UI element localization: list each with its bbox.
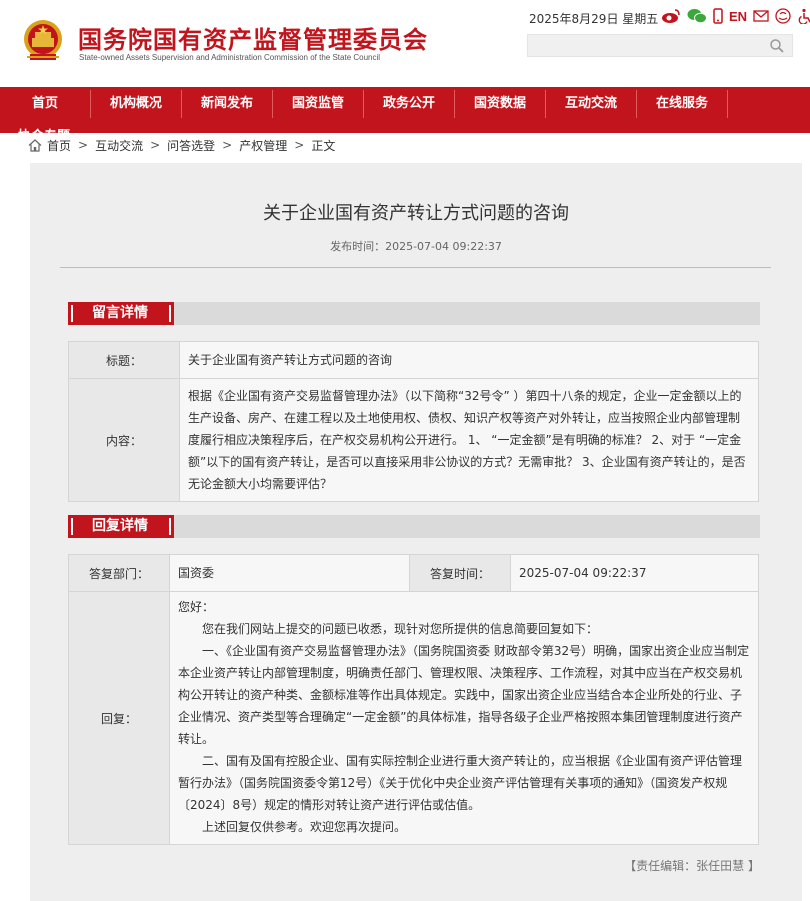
message-section-header: 留言详情 — [68, 302, 760, 325]
nav-item-organization[interactable]: 机构概况 — [91, 87, 181, 121]
message-content-value: 根据《企业国有资产交易监督管理办法》（以下简称“32号令” ）第四十八条的规定，… — [179, 378, 759, 502]
reply-time-value: 2025-07-04 09:22:37 — [510, 554, 759, 592]
breadcrumb-separator-icon: > — [150, 138, 161, 152]
nav-item-public-affairs[interactable]: 政务公开 — [364, 87, 454, 121]
site-name[interactable]: 国务院国有资产监督管理委员会 — [78, 20, 428, 55]
table-row: 答复部门： 国资委 答复时间： 2025-07-04 09:22:37 — [68, 554, 759, 592]
nav-item-overflow[interactable]: 协会专题 — [18, 125, 70, 133]
reply-label: 回复： — [68, 591, 170, 845]
mobile-icon[interactable] — [713, 7, 723, 25]
message-title-value: 关于企业国有资产转让方式问题的咨询 — [179, 341, 759, 379]
breadcrumb-separator-icon: > — [294, 138, 305, 152]
page-title: 关于企业国有资产转让方式问题的咨询 — [263, 203, 569, 224]
reply-dept-label: 答复部门： — [68, 554, 170, 592]
header-tools: EN — [661, 7, 810, 25]
reply-paragraph: 您在我们网站上提交的问题已收悉，现针对您所提供的信息简要回复如下： — [202, 622, 599, 636]
reply-time-label: 答复时间： — [409, 554, 511, 592]
nav-item-interaction[interactable]: 互动交流 — [546, 87, 636, 121]
reply-dept-value: 国资委 — [169, 554, 410, 592]
weibo-icon[interactable] — [661, 7, 681, 25]
elderly-mode-icon[interactable] — [775, 7, 791, 25]
reply-table: 答复部门： 国资委 答复时间： 2025-07-04 09:22:37 回复： … — [68, 554, 759, 845]
title-divider — [60, 267, 771, 268]
site-name-english: State-owned Assets Supervision and Admin… — [79, 53, 381, 62]
content-label: 内容： — [68, 378, 180, 502]
nav-divider — [727, 90, 728, 118]
reply-section-label: 回复详情 — [68, 515, 174, 538]
english-link[interactable]: EN — [729, 7, 747, 25]
breadcrumb-interaction[interactable]: 互动交流 — [95, 137, 143, 154]
title-label: 标题： — [68, 341, 180, 379]
responsible-editor: 【责任编辑：张任田慧 】 — [624, 859, 760, 873]
reply-paragraph: 二、国有及国有控股企业、国有实际控制企业进行重大资产转让的，应当根据《企业国有资… — [178, 754, 743, 812]
nav-item-supervision[interactable]: 国资监管 — [273, 87, 363, 121]
breadcrumb-separator-icon: > — [78, 138, 89, 152]
breadcrumb-separator-icon: > — [222, 138, 233, 152]
nav-item-home[interactable]: 首页 — [12, 87, 78, 121]
current-date: 2025年8月29日 星期五 — [529, 12, 659, 26]
table-row: 回复： 您好： 您在我们网站上提交的问题已收悉，现针对您所提供的信息简要回复如下… — [68, 591, 759, 845]
publish-time: 发布时间：2025-07-04 09:22:37 — [330, 240, 502, 253]
breadcrumb-qa[interactable]: 问答选登 — [167, 137, 215, 154]
mail-icon[interactable] — [753, 7, 769, 25]
reply-section-header: 回复详情 — [68, 515, 760, 538]
reply-content: 您好： 您在我们网站上提交的问题已收悉，现针对您所提供的信息简要回复如下： 一、… — [169, 591, 759, 845]
wechat-icon[interactable] — [687, 7, 707, 25]
reply-greeting: 您好： — [178, 600, 215, 614]
home-icon — [28, 138, 42, 152]
search-input[interactable] — [527, 34, 793, 57]
table-row: 内容： 根据《企业国有资产交易监督管理办法》（以下简称“32号令” ）第四十八条… — [68, 378, 759, 502]
nav-item-data[interactable]: 国资数据 — [455, 87, 545, 121]
site-header: 国务院国有资产监督管理委员会 State-owned Assets Superv… — [0, 0, 810, 87]
message-section-label: 留言详情 — [68, 302, 174, 325]
breadcrumb-property-rights[interactable]: 产权管理 — [239, 137, 287, 154]
breadcrumb-home[interactable]: 首页 — [47, 137, 71, 154]
search-icon[interactable] — [769, 38, 785, 54]
message-table: 标题： 关于企业国有资产转让方式问题的咨询 内容： 根据《企业国有资产交易监督管… — [68, 341, 759, 502]
accessibility-icon[interactable] — [797, 7, 810, 25]
table-row: 标题： 关于企业国有资产转让方式问题的咨询 — [68, 341, 759, 379]
breadcrumb-current: 正文 — [311, 138, 336, 153]
nav-item-online-service[interactable]: 在线服务 — [637, 87, 727, 121]
reply-paragraph: 一、《企业国有资产交易监督管理办法》（国务院国资委 财政部令第32号）明确，国家… — [178, 644, 750, 746]
main-nav: 首页 机构概况 新闻发布 国资监管 政务公开 国资数据 互动交流 在线服务 协会… — [0, 87, 810, 133]
breadcrumb: 首页 > 互动交流 > 问答选登 > 产权管理 > 正文 — [28, 136, 335, 154]
reply-paragraph: 上述回复仅供参考。欢迎您再次提问。 — [202, 820, 407, 834]
nav-item-news[interactable]: 新闻发布 — [182, 87, 272, 121]
national-emblem-icon[interactable] — [22, 18, 64, 64]
article-panel: 关于企业国有资产转让方式问题的咨询 发布时间：2025-07-04 09:22:… — [30, 163, 802, 901]
